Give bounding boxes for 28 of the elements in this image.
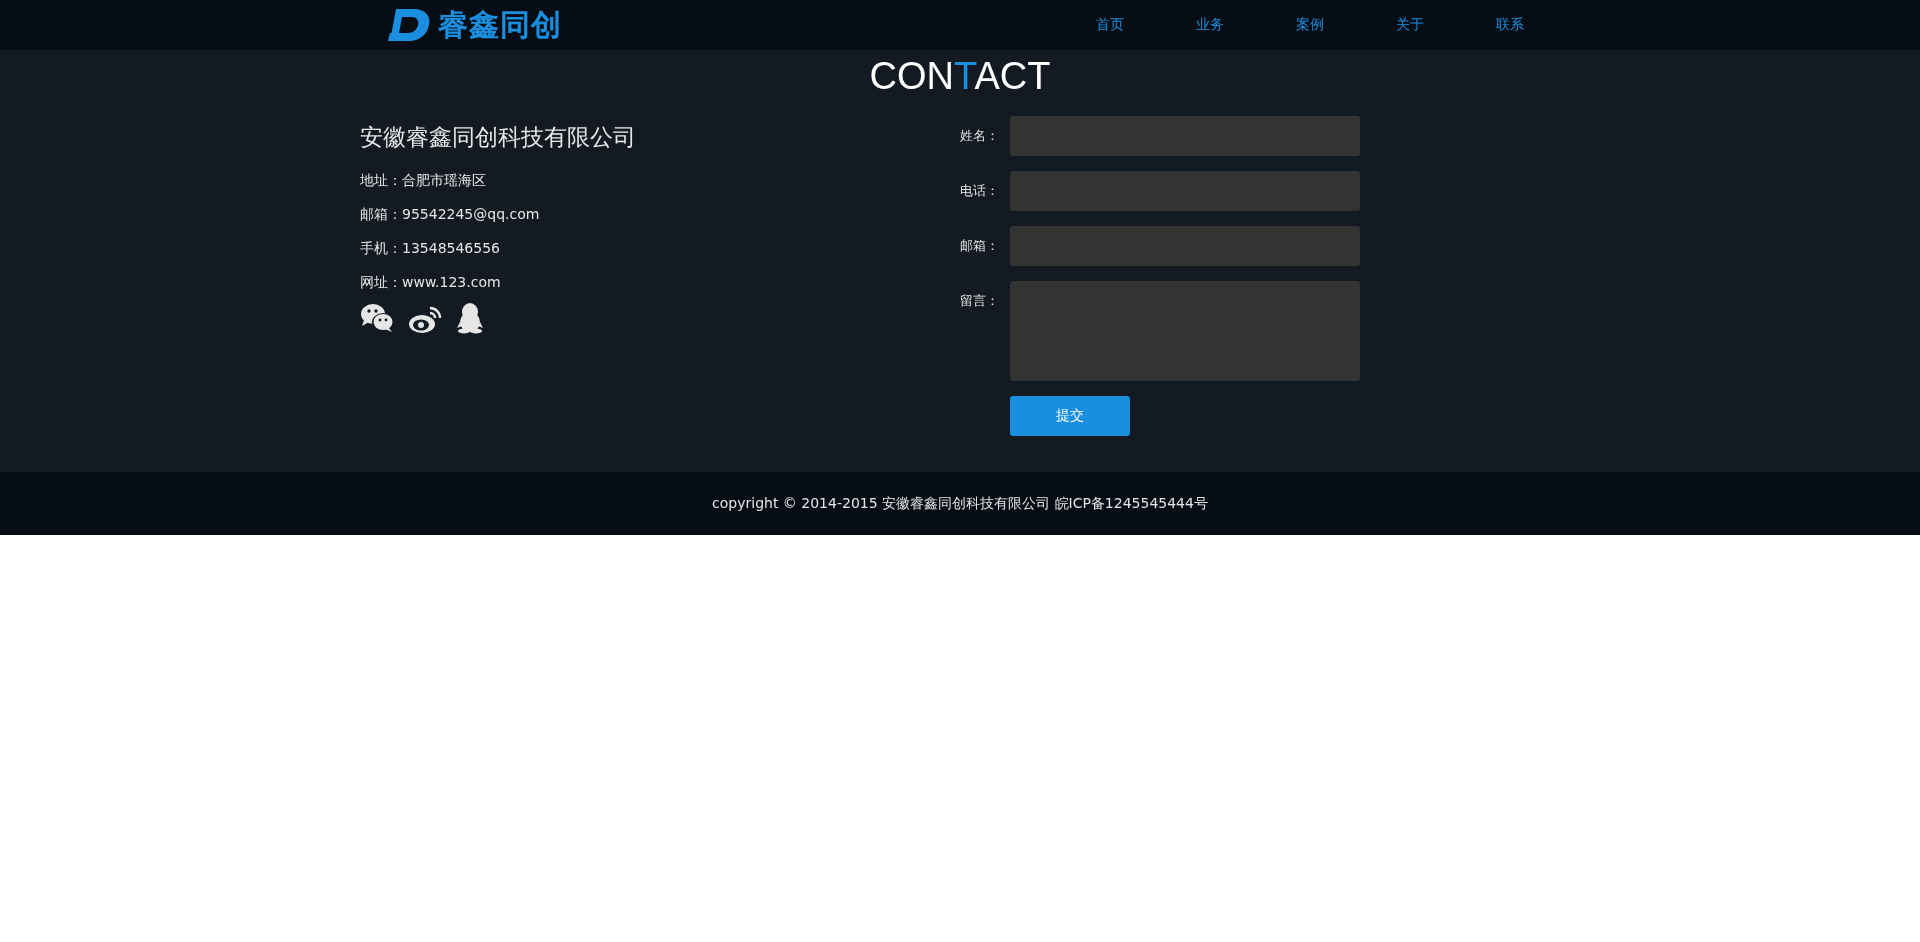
logo-text: 睿鑫同创 bbox=[438, 10, 562, 40]
detail-label: 网址： bbox=[360, 273, 402, 292]
field-label: 留言： bbox=[960, 292, 1000, 310]
nav-link[interactable]: 关于 bbox=[1360, 16, 1460, 34]
message-field[interactable] bbox=[1010, 281, 1360, 381]
detail-label: 手机： bbox=[360, 239, 402, 258]
nav-link[interactable]: 案例 bbox=[1260, 16, 1360, 34]
detail-value: www.123.com bbox=[402, 273, 501, 292]
detail-value: 合肥市瑶海区 bbox=[402, 171, 486, 190]
detail-value: 13548546556 bbox=[402, 239, 500, 258]
field-label: 电话： bbox=[960, 182, 1000, 200]
detail-value: 95542245@qq.com bbox=[402, 205, 540, 224]
nav-link[interactable]: 首页 bbox=[1060, 16, 1160, 34]
detail-label: 地址： bbox=[360, 171, 402, 190]
input-field[interactable] bbox=[1010, 226, 1360, 266]
section-heading: CONTACT bbox=[868, 56, 1052, 96]
field-label: 姓名： bbox=[960, 127, 1000, 145]
submit-button[interactable]: 提交 bbox=[1010, 396, 1130, 436]
company-name: 安徽睿鑫同创科技有限公司 bbox=[360, 123, 637, 152]
logo-mark-icon bbox=[388, 7, 432, 43]
nav-link[interactable]: 业务 bbox=[1160, 16, 1260, 34]
field-label: 邮箱： bbox=[960, 237, 1000, 255]
input-field[interactable] bbox=[1010, 116, 1360, 156]
copyright-text: copyright © 2014-2015 安徽睿鑫同创科技有限公司 皖ICP备1245545444号 bbox=[712, 494, 1208, 513]
wechat-icon[interactable] bbox=[360, 302, 394, 334]
nav-link[interactable]: 联系 bbox=[1460, 16, 1560, 34]
detail-label: 邮箱： bbox=[360, 205, 402, 224]
input-field[interactable] bbox=[1010, 171, 1360, 211]
